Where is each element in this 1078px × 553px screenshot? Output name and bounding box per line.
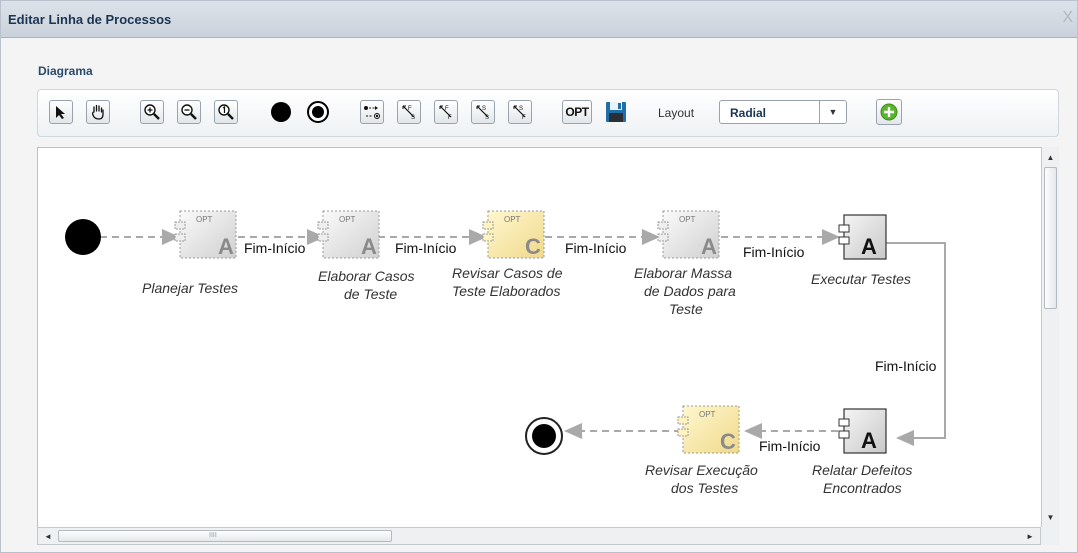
svg-text:F: F [445, 106, 449, 112]
activity-label: Executar Testes [811, 271, 911, 287]
horizontal-scroll-thumb[interactable]: IIII [58, 530, 392, 542]
vertical-scroll-thumb[interactable] [1044, 167, 1057, 309]
opt-tag: OPT [196, 215, 213, 224]
start-node-icon[interactable] [269, 100, 293, 124]
svg-text:F: F [408, 106, 412, 112]
svg-text:F: F [522, 115, 526, 121]
window-titlebar: Editar Linha de Processos X [1, 1, 1077, 38]
activity-label: de Dados para [644, 283, 736, 299]
link-a1-a2[interactable]: Fim-Início [238, 229, 325, 256]
save-icon[interactable] [604, 100, 628, 124]
edit-process-line-window: Editar Linha de Processos X Diagrama F S… [0, 0, 1078, 553]
activity-label: de Teste [344, 286, 397, 302]
scroll-corner [1041, 527, 1059, 545]
diagram-svg: Fim-Início Fim-Início Fim-Início Fim-Iní… [65, 210, 946, 496]
layout-label: Layout [658, 106, 695, 120]
activity-label: Planejar Testes [142, 280, 238, 296]
svg-text:S: S [482, 106, 486, 112]
activity-letter: C [720, 429, 736, 454]
pan-hand-icon[interactable] [86, 100, 110, 124]
activity-label: Elaborar Massa [634, 265, 732, 281]
activity-letter: A [861, 234, 877, 259]
link-label: Fim-Início [395, 240, 457, 256]
activity-revisar-execucao[interactable]: OPT C Revisar Execução dos Testes [645, 405, 758, 496]
opt-tag: OPT [339, 215, 356, 224]
layout-select-value: Radial [730, 106, 767, 120]
close-icon[interactable]: X [1062, 9, 1073, 27]
link-a6-a7[interactable]: Fim-Início [744, 423, 838, 454]
connector-icon[interactable] [360, 100, 384, 124]
end-node-icon[interactable] [306, 100, 330, 124]
activity-letter: A [218, 234, 234, 259]
finish-start-link-icon[interactable]: FS [397, 100, 421, 124]
link-a3-a4[interactable]: Fim-Início [545, 229, 660, 256]
link-label: Fim-Início [565, 240, 627, 256]
diagram-canvas[interactable]: Fim-Início Fim-Início Fim-Início Fim-Iní… [37, 147, 1059, 529]
activity-letter: C [525, 234, 541, 259]
chevron-down-icon[interactable]: ▼ [819, 101, 846, 123]
window-title: Editar Linha de Processos [8, 12, 172, 27]
link-label: Fim-Início [759, 438, 821, 454]
select-arrow-icon[interactable] [49, 100, 73, 124]
activity-label: Revisar Execução [645, 462, 758, 478]
link-a2-a3[interactable]: Fim-Início [378, 229, 487, 256]
activity-label: dos Testes [671, 480, 738, 496]
activity-letter: A [861, 428, 877, 453]
start-node[interactable] [65, 219, 101, 255]
start-finish-link-icon[interactable]: SF [508, 100, 532, 124]
opt-tag: OPT [699, 410, 716, 419]
activity-label: Revisar Casos de [452, 265, 563, 281]
panel-title: Diagrama [38, 64, 93, 78]
zoom-in-icon[interactable] [140, 100, 164, 124]
scroll-up-icon[interactable]: ▲ [1042, 149, 1059, 165]
svg-text:S: S [411, 115, 415, 121]
svg-text:F: F [448, 115, 452, 121]
activity-label: Elaborar Casos [318, 268, 415, 284]
link-label: Fim-Início [875, 358, 937, 374]
svg-text:S: S [485, 115, 489, 121]
layout-select[interactable]: Radial ▼ [719, 100, 847, 124]
scroll-down-icon[interactable]: ▼ [1042, 509, 1059, 525]
activity-label: Teste [669, 301, 703, 317]
opt-tag: OPT [504, 215, 521, 224]
opt-tag: OPT [679, 215, 696, 224]
activity-revisar-casos[interactable]: OPT C Revisar Casos de Teste Elaborados [452, 210, 563, 299]
activity-elaborar-casos[interactable]: OPT A Elaborar Casos de Teste [317, 210, 415, 302]
activity-planejar-testes[interactable]: OPT A Planejar Testes [142, 210, 238, 296]
zoom-reset-icon[interactable] [214, 100, 238, 124]
svg-text:S: S [519, 106, 523, 112]
activity-relatar-defeitos[interactable]: A Relatar Defeitos Encontrados [812, 408, 912, 496]
activity-elaborar-massa[interactable]: OPT A Elaborar Massa de Dados para Teste [634, 210, 736, 317]
start-start-link-icon[interactable]: SS [471, 100, 495, 124]
link-label: Fim-Início [244, 240, 306, 256]
scroll-left-icon[interactable]: ◄ [40, 528, 56, 544]
scroll-grip: IIII [209, 532, 217, 539]
zoom-out-icon[interactable] [177, 100, 201, 124]
activity-label: Encontrados [823, 480, 902, 496]
vertical-scrollbar[interactable]: ▲ ▼ [1041, 147, 1059, 527]
activity-letter: A [701, 234, 717, 259]
link-a4-a5[interactable]: Fim-Início [721, 229, 840, 260]
link-label: Fim-Início [743, 244, 805, 260]
add-green-icon[interactable] [876, 99, 902, 125]
opt-label: OPT [565, 105, 589, 119]
diagram-toolbar: FS FF SS SF OPT Layout Radial ▼ [37, 89, 1059, 137]
horizontal-scrollbar[interactable]: ◄ IIII ► [37, 527, 1041, 545]
activity-executar-testes[interactable]: A Executar Testes [811, 214, 911, 287]
opt-icon[interactable]: OPT [562, 100, 592, 124]
scroll-right-icon[interactable]: ► [1022, 528, 1038, 544]
activity-label: Relatar Defeitos [812, 462, 912, 478]
activity-letter: A [361, 234, 377, 259]
finish-finish-link-icon[interactable]: FF [434, 100, 458, 124]
end-node[interactable] [525, 417, 563, 455]
activity-label: Teste Elaborados [452, 283, 560, 299]
